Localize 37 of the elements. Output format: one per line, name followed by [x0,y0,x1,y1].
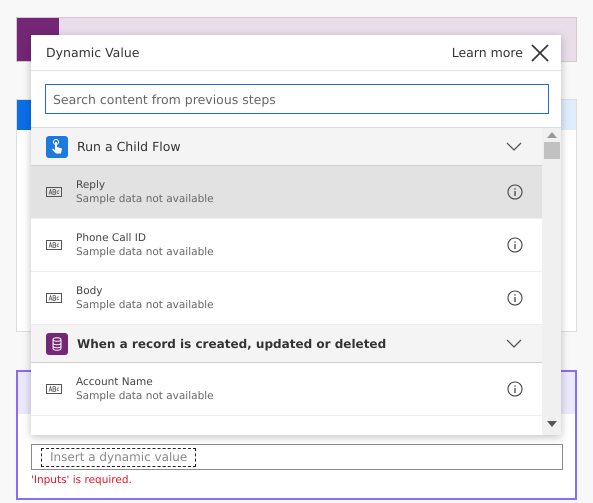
dynamic-value-item[interactable]: Reply Sample data not available [31,166,542,219]
item-name: Body [76,285,104,297]
search-field[interactable]: Search content from previous steps [45,84,549,114]
text-type-icon [46,384,62,394]
learn-more-link[interactable]: Learn more [452,45,523,60]
info-icon[interactable] [507,381,523,397]
text-type-icon [46,293,62,303]
chevron-icon[interactable] [506,338,522,348]
scroll-down-icon[interactable] [546,421,556,427]
scroll-thumb[interactable] [544,142,560,159]
group-header[interactable]: When a record is created, updated or deleted [31,325,542,363]
group-title: When a record is created, updated or deleted [77,336,388,350]
item-name: Phone Call ID [76,232,147,244]
input-field[interactable]: Insert a dynamic value [31,444,563,470]
item-description: Sample data not available [76,299,215,311]
popup-title: Dynamic Value [46,45,140,60]
dynamic-value-item[interactable]: Account Name Sample data not available [31,363,542,416]
text-type-icon [46,240,62,250]
info-icon[interactable] [507,237,523,253]
item-description: Sample data not available [76,193,215,205]
item-description: Sample data not available [76,246,215,258]
info-icon[interactable] [507,184,523,200]
scrollbar[interactable] [542,128,561,435]
touch-icon [46,136,68,158]
close-icon[interactable] [531,44,549,62]
error-message: 'Inputs' is required. [31,474,133,486]
item-name: Account Name [76,376,154,388]
chevron-icon[interactable] [506,142,522,152]
text-type-icon [46,187,62,197]
dynamic-value-item[interactable]: Phone Call ID Sample data not available [31,219,542,272]
item-name: Reply [76,179,106,191]
info-icon[interactable] [507,290,523,306]
group-title: Run a Child Flow [77,139,182,154]
dynamic-value-token[interactable]: Insert a dynamic value [41,448,196,466]
dynamic-value-item[interactable]: Body Sample data not available [31,272,542,325]
item-description: Sample data not available [76,390,215,402]
group-header[interactable]: Run a Child Flow [31,128,542,166]
